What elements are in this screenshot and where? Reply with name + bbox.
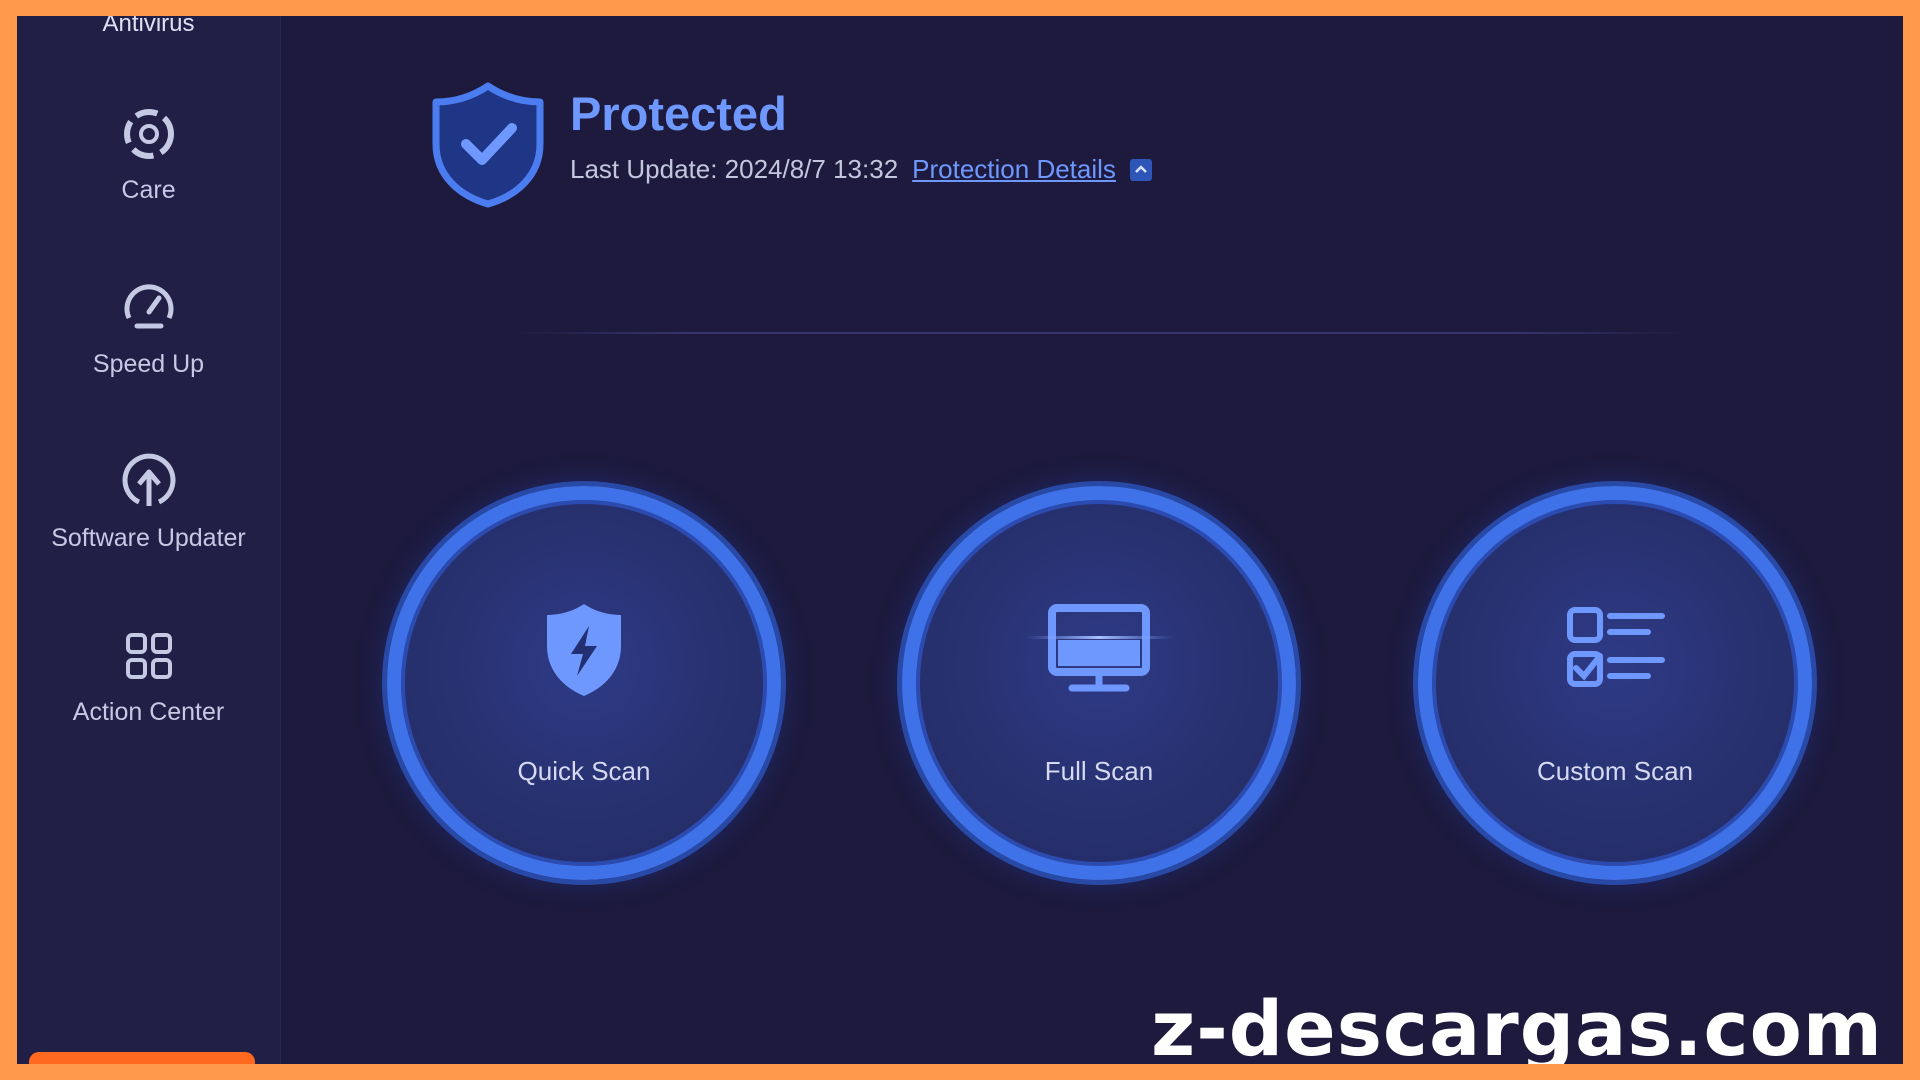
sidebar-item-label: Action Center (72, 698, 225, 726)
grid-icon (125, 633, 172, 679)
full-scan-button[interactable]: Full Scan (902, 486, 1296, 880)
divider (510, 332, 1690, 334)
sidebar: Antivirus Care Speed Up Software Updater (17, 16, 281, 1064)
shield-check-icon (432, 82, 544, 208)
sidebar-item-label: Care (121, 176, 176, 204)
checklist-icon (1567, 607, 1665, 687)
upload-arrow-icon (122, 453, 175, 506)
scan-label: Custom Scan (1536, 756, 1694, 786)
last-update-text: Last Update: 2024/8/7 13:32 (570, 154, 899, 184)
quick-scan-button[interactable]: Quick Scan (387, 486, 781, 880)
status-title: Protected (570, 87, 787, 140)
scan-label: Full Scan (1044, 756, 1154, 786)
sidebar-item-label: Software Updater (51, 524, 246, 552)
sidebar-item-care[interactable]: Care (17, 104, 280, 205)
shield-bolt-icon (547, 604, 621, 696)
sidebar-item-software-updater[interactable]: Software Updater (17, 452, 280, 553)
watermark: z-descargas.com (1150, 984, 1883, 1064)
protection-details-link[interactable]: Protection Details (912, 154, 1116, 185)
status-details-row: Last Update: 2024/8/7 13:32 Protection D… (570, 154, 1152, 185)
care-icon (123, 109, 174, 159)
sidebar-item-action-center[interactable]: Action Center (17, 626, 280, 727)
sidebar-item-speed-up[interactable]: Speed Up (17, 278, 280, 379)
sidebar-bottom-button[interactable] (29, 1052, 255, 1064)
sidebar-item-label: Speed Up (92, 350, 205, 378)
collapse-details-button[interactable] (1129, 158, 1152, 181)
sidebar-section-antivirus[interactable]: Antivirus (17, 16, 280, 38)
chevron-up-icon (1135, 164, 1147, 173)
antivirus-window: Antivirus Care Speed Up Software Updater (17, 16, 1903, 1064)
monitor-icon (1024, 604, 1174, 692)
custom-scan-button[interactable]: Custom Scan (1418, 486, 1812, 880)
speedometer-icon (124, 284, 173, 329)
scan-label: Quick Scan (517, 756, 651, 786)
